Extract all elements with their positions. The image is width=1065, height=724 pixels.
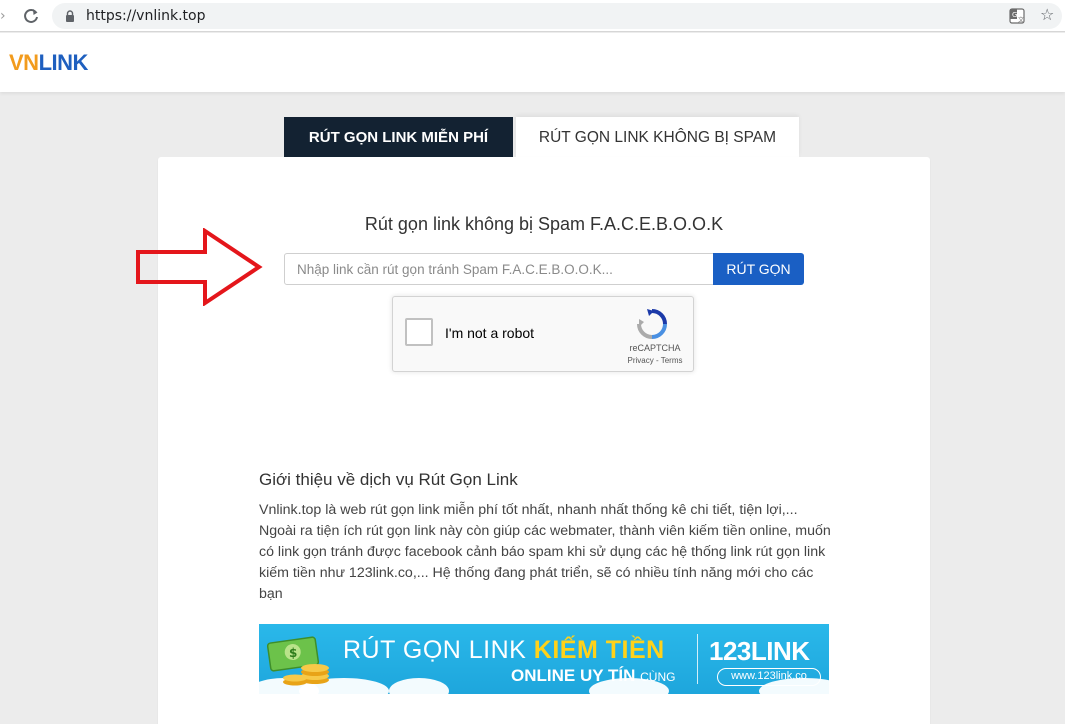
logo-link: LINK (38, 50, 89, 75)
recaptcha-widget: I'm not a robot reCAPTCHA Privacy - Term… (392, 296, 694, 372)
svg-text:文: 文 (1018, 16, 1024, 24)
shorten-button[interactable]: RÚT GỌN (713, 253, 804, 285)
lock-icon (66, 10, 74, 22)
banner-headline: RÚT GỌN LINK KIẾM TIỀN (343, 636, 665, 665)
site-header: VNLINK (0, 33, 1065, 92)
banner-subline: ONLINE UY TÍN CÙNG (511, 666, 675, 686)
cloud-decoration (389, 678, 449, 694)
recaptcha-checkbox[interactable] (405, 318, 433, 346)
svg-text:G: G (1012, 11, 1017, 19)
banner-url: www.123link.co (717, 668, 821, 686)
recaptcha-privacy-terms[interactable]: Privacy - Terms (615, 356, 695, 365)
browser-toolbar: › https://vnlink.top G 文 ☆ (0, 0, 1065, 32)
shorten-card: Rút gọn link không bị Spam F.A.C.E.B.O.O… (158, 157, 930, 724)
form-title: Rút gọn link không bị Spam F.A.C.E.B.O.O… (364, 214, 724, 234)
vnlink-logo[interactable]: VNLINK (9, 52, 88, 74)
address-bar-url: https://vnlink.top (86, 8, 206, 24)
banner-subline-small: CÙNG (640, 670, 676, 684)
recaptcha-brand: reCAPTCHA (629, 343, 681, 353)
tab-no-spam-shorten[interactable]: RÚT GỌN LINK KHÔNG BỊ SPAM (516, 117, 799, 158)
svg-text:$: $ (289, 646, 297, 660)
logo-vn: VN (9, 50, 39, 75)
banner-headline-highlight: KIẾM TIỀN (533, 636, 665, 664)
123link-banner[interactable]: $ RÚT GỌN LINK KIẾM TIỀN ONLINE UY TÍN C… (259, 624, 829, 694)
address-bar[interactable]: https://vnlink.top G 文 ☆ (52, 3, 1062, 29)
url-input[interactable] (284, 253, 714, 285)
star-icon[interactable]: ☆ (1040, 6, 1058, 24)
intro-paragraph: Vnlink.top là web rút gọn link miễn phí … (259, 502, 831, 602)
money-icon: $ (266, 636, 329, 686)
tab-free-shorten[interactable]: RÚT GỌN LINK MIỄN PHÍ (284, 117, 513, 158)
recaptcha-label: I'm not a robot (445, 325, 535, 341)
recaptcha-icon (637, 309, 667, 339)
banner-divider (697, 634, 698, 684)
reload-icon[interactable] (20, 5, 42, 27)
forward-icon[interactable]: › (0, 8, 8, 24)
banner-brand: 123LINK (709, 636, 810, 666)
translate-icon[interactable]: G 文 (1009, 8, 1025, 24)
red-arrow-annotation (136, 228, 263, 306)
intro-heading: Giới thiệu về dịch vụ Rút Gọn Link (259, 470, 518, 489)
banner-headline-prefix: RÚT GỌN LINK (343, 636, 534, 664)
banner-subline-main: ONLINE UY TÍN (511, 666, 636, 685)
